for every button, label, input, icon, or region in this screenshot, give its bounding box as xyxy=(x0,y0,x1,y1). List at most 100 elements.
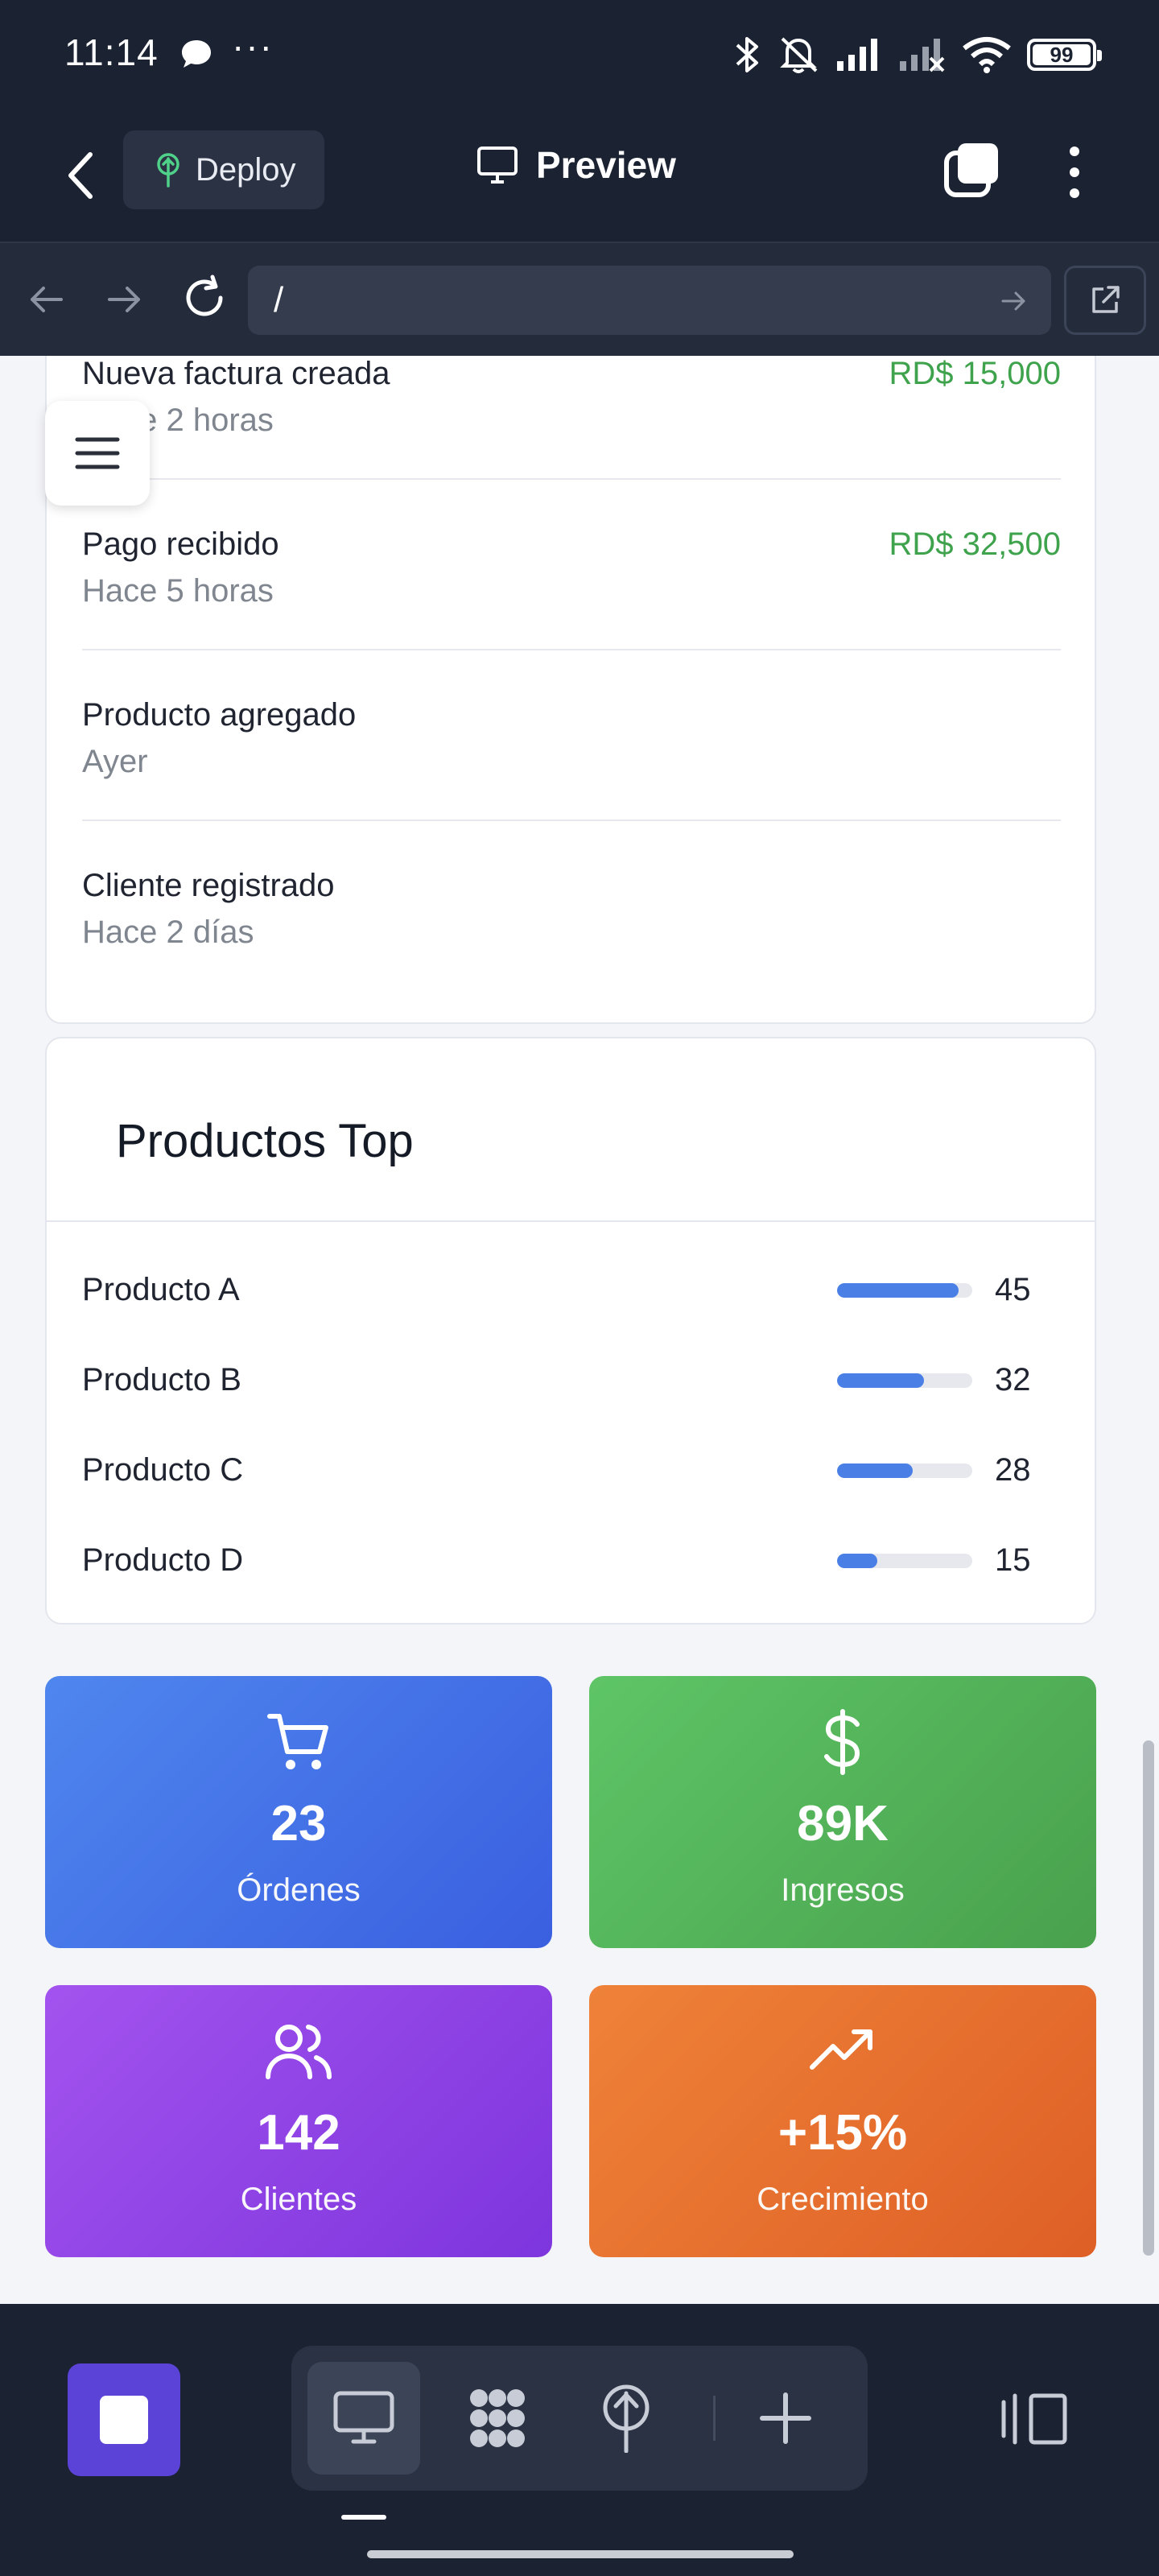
product-bar-track xyxy=(837,1373,972,1388)
activity-title: Nueva factura creada xyxy=(82,356,390,391)
view-mode-group xyxy=(291,2346,868,2491)
product-row: Producto A 45 xyxy=(82,1245,1080,1335)
deploy-icon xyxy=(603,2384,650,2453)
activity-title: Pago recibido xyxy=(82,526,279,562)
product-bar-track xyxy=(837,1283,972,1298)
activity-amount: RD$ 32,500 xyxy=(889,526,1061,562)
product-value: 32 xyxy=(995,1362,1031,1397)
app-toolbar: Deploy Preview xyxy=(0,108,1159,242)
product-row: Producto B 32 xyxy=(82,1335,1080,1425)
go-arrow-icon[interactable] xyxy=(998,285,1030,317)
status-bar: 11:14 ··· 99 xyxy=(0,0,1159,108)
panel-icon xyxy=(1001,2393,1067,2445)
product-bar-track xyxy=(837,1554,972,1568)
product-name: Producto D xyxy=(82,1542,244,1578)
stop-icon xyxy=(100,2396,148,2444)
deploy-label: Deploy xyxy=(196,151,296,188)
product-bar-track xyxy=(837,1463,972,1478)
wifi-icon xyxy=(963,37,1011,73)
activity-item: Producto agregado Ayer xyxy=(82,650,1061,821)
signal-icon xyxy=(837,39,877,71)
nav-forward-button[interactable] xyxy=(100,275,148,324)
activity-card: Nueva factura creada Hace 2 horas RD$ 15… xyxy=(45,356,1096,1024)
hamburger-menu-button[interactable] xyxy=(45,401,150,506)
dollar-icon xyxy=(824,1709,860,1775)
add-button[interactable] xyxy=(729,2362,842,2475)
activity-item: Cliente registrado Hace 2 días xyxy=(82,821,1061,992)
orders-value: 23 xyxy=(270,1796,327,1852)
product-row: Producto C 28 xyxy=(82,1425,1080,1515)
chat-icon xyxy=(182,40,211,68)
preview-title: Preview xyxy=(476,143,676,187)
open-external-button[interactable] xyxy=(1064,266,1146,335)
growth-value: +15% xyxy=(777,2105,908,2161)
external-link-icon xyxy=(1092,286,1120,313)
monitor-icon xyxy=(477,147,518,184)
product-name: Producto B xyxy=(82,1362,241,1397)
growth-stat-card[interactable]: +15% Crecimiento xyxy=(589,1985,1096,2257)
active-indicator xyxy=(341,2515,386,2520)
nav-back-button[interactable] xyxy=(23,275,71,324)
signal-off-icon xyxy=(900,39,945,72)
url-text: / xyxy=(274,280,284,320)
activity-time: Hace 5 horas xyxy=(82,573,274,609)
mute-icon xyxy=(780,37,818,73)
monitor-icon xyxy=(333,2391,394,2444)
clients-label: Clientes xyxy=(240,2182,357,2217)
plus-icon xyxy=(760,2392,811,2444)
status-more-icon: ··· xyxy=(232,25,274,67)
bluetooth-icon xyxy=(736,37,758,72)
orders-stat-card[interactable]: 23 Órdenes xyxy=(45,1676,552,1948)
desktop-view-button[interactable] xyxy=(307,2362,420,2475)
menu-icon xyxy=(75,437,120,469)
status-time: 11:14 xyxy=(64,31,159,73)
product-bar-fill xyxy=(837,1554,878,1568)
orders-label: Órdenes xyxy=(237,1872,361,1908)
clients-value: 142 xyxy=(257,2105,340,2161)
deploy-icon xyxy=(157,153,179,188)
preview-content: Nueva factura creada Hace 2 horas RD$ 15… xyxy=(0,356,1159,2304)
activity-title: Cliente registrado xyxy=(82,868,335,903)
back-button[interactable] xyxy=(56,143,105,208)
agents-icon xyxy=(470,2389,525,2447)
top-products-title: Productos Top xyxy=(116,1115,414,1167)
revenue-value: 89K xyxy=(797,1796,889,1852)
product-name: Producto A xyxy=(82,1272,240,1307)
reload-button[interactable] xyxy=(179,272,230,324)
top-products-card: Productos Top Producto A 45 Producto B 3… xyxy=(45,1037,1096,1624)
revenue-stat-card[interactable]: 89K Ingresos xyxy=(589,1676,1096,1948)
product-bar-fill xyxy=(837,1463,914,1478)
product-value: 45 xyxy=(995,1272,1031,1307)
tabs-button[interactable] xyxy=(943,140,1001,198)
growth-label: Crecimiento xyxy=(757,2182,929,2217)
activity-time: Ayer xyxy=(82,744,148,779)
page-scrollbar[interactable] xyxy=(1143,1740,1154,2256)
status-icons: 99 xyxy=(732,34,1102,76)
home-indicator[interactable] xyxy=(367,2550,794,2558)
more-options-button[interactable] xyxy=(1054,140,1095,204)
revenue-label: Ingresos xyxy=(781,1872,905,1908)
users-icon xyxy=(266,2025,332,2079)
product-row: Producto D 15 xyxy=(82,1515,1080,1605)
activity-amount: RD$ 15,000 xyxy=(889,356,1061,391)
product-value: 15 xyxy=(995,1542,1031,1578)
product-value: 28 xyxy=(995,1452,1031,1488)
trending-up-icon xyxy=(810,2029,872,2070)
preview-label: Preview xyxy=(536,144,676,186)
clients-stat-card[interactable]: 142 Clientes xyxy=(45,1985,552,2257)
deploy-button[interactable]: Deploy xyxy=(123,130,324,209)
url-input[interactable]: / xyxy=(248,266,1051,335)
activity-time: Hace 2 días xyxy=(82,914,254,950)
battery-level: 99 xyxy=(1050,42,1074,67)
top-products-header: Productos Top xyxy=(47,1038,1095,1222)
activity-item: Nueva factura creada Hace 2 horas RD$ 15… xyxy=(82,356,1061,480)
side-panel-button[interactable] xyxy=(995,2368,1075,2470)
product-bar-fill xyxy=(837,1283,959,1298)
activity-item: Pago recibido Hace 5 horas RD$ 32,500 xyxy=(82,480,1061,650)
cart-icon xyxy=(267,1714,328,1769)
product-bar-fill xyxy=(837,1373,924,1388)
bottom-toolbar xyxy=(0,2304,1159,2576)
agents-button[interactable] xyxy=(441,2362,554,2475)
deploy-view-button[interactable] xyxy=(570,2362,683,2475)
stop-button[interactable] xyxy=(68,2363,180,2476)
